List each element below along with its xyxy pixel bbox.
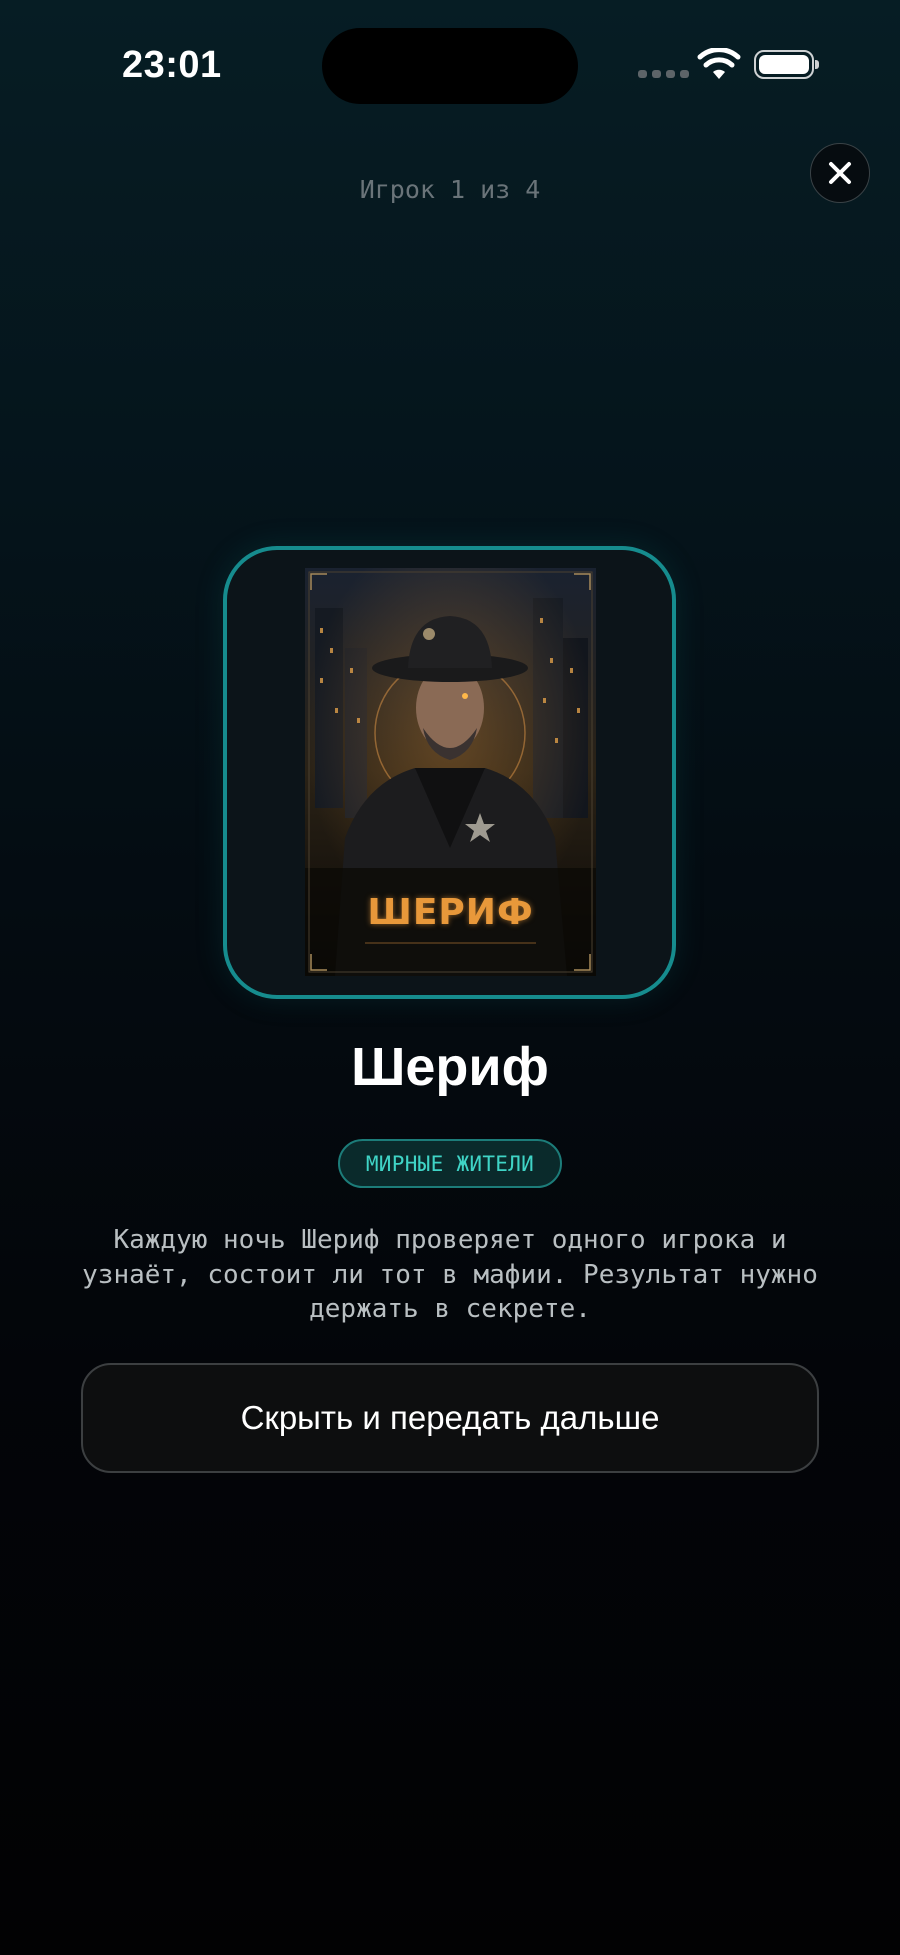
- player-counter: Игрок 1 из 4: [359, 175, 541, 204]
- role-description: Каждую ночь Шериф проверяет одного игрок…: [82, 1225, 818, 1324]
- hide-and-pass-button-label: Скрыть и передать дальше: [240, 1399, 660, 1436]
- role-name: Шериф: [351, 1037, 549, 1097]
- dynamic-island: [322, 28, 578, 104]
- hide-and-pass-button[interactable]: Скрыть и передать дальше: [81, 1363, 819, 1473]
- team-badge: МИРНЫЕ ЖИТЕЛИ: [338, 1139, 562, 1188]
- team-badge-label: МИРНЫЕ ЖИТЕЛИ: [365, 1151, 535, 1176]
- role-card-art-title: ШЕРИФ: [367, 892, 534, 933]
- cellular-signal-icon: [638, 70, 689, 78]
- role-card-image: ШЕРИФ: [305, 568, 596, 976]
- status-time: 23:01: [122, 44, 222, 86]
- wifi-icon: [697, 48, 741, 79]
- battery-icon: [754, 50, 819, 79]
